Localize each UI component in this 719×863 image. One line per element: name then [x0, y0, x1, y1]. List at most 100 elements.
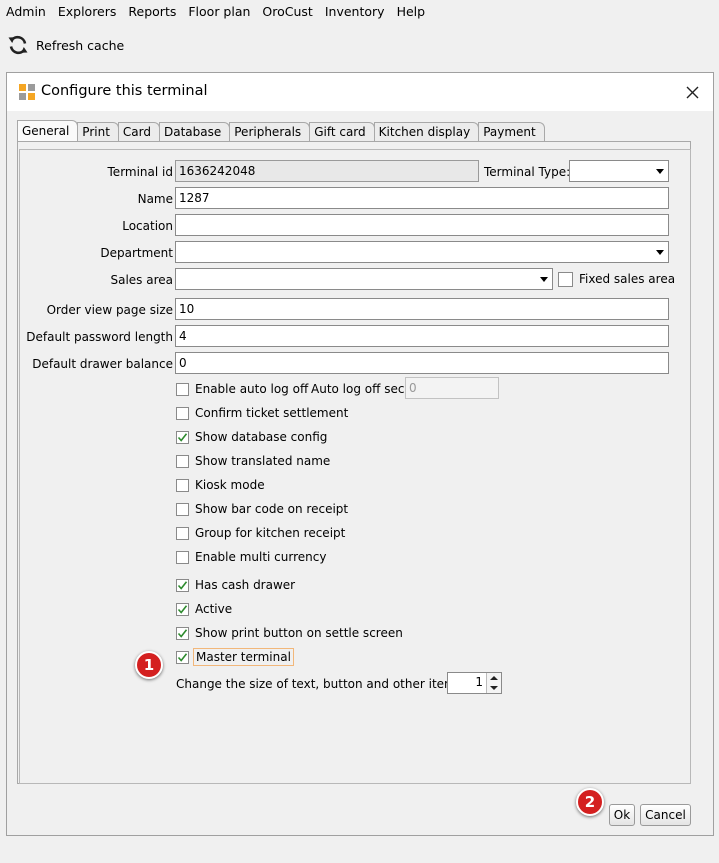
- fixed-sales-area-label: Fixed sales area: [579, 272, 676, 286]
- size-spinner-value: 1: [475, 675, 483, 689]
- refresh-cache-button[interactable]: Refresh cache: [6, 32, 124, 58]
- location-field[interactable]: [175, 214, 669, 236]
- general-form: Terminal id 1636242048 Terminal Type: Na…: [19, 149, 691, 784]
- show-translated-name-label: Show translated name: [195, 454, 331, 468]
- checkbox-box[interactable]: [176, 382, 189, 396]
- checkbox-box[interactable]: [558, 271, 573, 287]
- checkbox-box[interactable]: [176, 578, 189, 592]
- default-password-length-field[interactable]: 4: [175, 325, 669, 347]
- active-label: Active: [195, 602, 233, 616]
- terminal-type-select[interactable]: [569, 160, 669, 182]
- has-cash-drawer-checkbox[interactable]: Has cash drawer: [176, 575, 295, 595]
- tab-print[interactable]: Print: [77, 122, 119, 141]
- menu-orocust[interactable]: OroCust: [256, 0, 318, 24]
- master-terminal-label: Master terminal: [193, 648, 294, 666]
- app-logo-icon: [19, 84, 35, 100]
- kiosk-mode-label: Kiosk mode: [195, 478, 265, 492]
- cancel-button[interactable]: Cancel: [640, 804, 691, 826]
- group-for-kitchen-receipt-checkbox[interactable]: Group for kitchen receipt: [176, 523, 345, 543]
- has-cash-drawer-label: Has cash drawer: [195, 578, 296, 592]
- size-spinner[interactable]: 1: [447, 672, 502, 694]
- enable-multi-currency-checkbox[interactable]: Enable multi currency: [176, 547, 326, 567]
- tab-kitchen-display[interactable]: Kitchen display: [373, 122, 480, 141]
- checkmark-icon: [177, 604, 188, 614]
- chevron-down-icon: [656, 169, 664, 174]
- toolbar: Refresh cache: [0, 24, 719, 66]
- checkbox-box[interactable]: [176, 430, 189, 444]
- checkbox-box[interactable]: [176, 526, 189, 540]
- checkmark-icon: [177, 628, 188, 638]
- dialog-title: Configure this terminal: [41, 83, 208, 99]
- name-field[interactable]: 1287: [175, 187, 669, 209]
- checkbox-box[interactable]: [176, 478, 189, 492]
- checkbox-box[interactable]: [176, 454, 189, 468]
- close-button[interactable]: [679, 79, 705, 105]
- default-password-length-label: Default password length: [26, 330, 173, 344]
- name-label: Name: [137, 192, 173, 206]
- sales-area-label: Sales area: [110, 273, 173, 287]
- checkbox-box[interactable]: [176, 406, 189, 420]
- menu-inventory[interactable]: Inventory: [319, 0, 391, 24]
- show-bar-code-on-receipt-label: Show bar code on receipt: [195, 502, 349, 516]
- order-view-page-size-label: Order view page size: [46, 303, 173, 317]
- terminal-id-field: 1636242048: [175, 160, 479, 182]
- kiosk-mode-checkbox[interactable]: Kiosk mode: [176, 475, 265, 495]
- tab-general[interactable]: General: [17, 120, 79, 141]
- show-bar-code-on-receipt-checkbox[interactable]: Show bar code on receipt: [176, 499, 348, 519]
- checkbox-box[interactable]: [176, 626, 189, 640]
- menu-bar: Admin Explorers Reports Floor plan OroCu…: [0, 0, 719, 24]
- refresh-cache-label: Refresh cache: [36, 37, 125, 53]
- menu-reports[interactable]: Reports: [122, 0, 182, 24]
- checkmark-icon: [177, 580, 188, 590]
- terminal-id-label: Terminal id: [107, 165, 173, 179]
- menu-floor-plan[interactable]: Floor plan: [182, 0, 256, 24]
- refresh-icon: [8, 35, 28, 55]
- show-database-config-checkbox[interactable]: Show database config: [176, 427, 327, 447]
- auto-log-off-sec-field[interactable]: 0: [405, 377, 499, 399]
- checkbox-box[interactable]: [176, 550, 189, 564]
- tab-card[interactable]: Card: [117, 122, 160, 141]
- active-checkbox[interactable]: Active: [176, 599, 232, 619]
- spin-down-icon[interactable]: [490, 686, 498, 690]
- checkbox-box[interactable]: [176, 502, 189, 516]
- show-print-button-checkbox[interactable]: Show print button on settle screen: [176, 623, 403, 643]
- ok-button[interactable]: Ok: [609, 804, 635, 826]
- enable-auto-log-off-label: Enable auto log off: [195, 382, 309, 396]
- annotation-badge-1: 1: [135, 651, 163, 679]
- tab-database[interactable]: Database: [158, 122, 231, 141]
- default-drawer-balance-field[interactable]: 0: [175, 352, 669, 374]
- chevron-down-icon: [540, 277, 548, 282]
- annotation-badge-2: 2: [576, 788, 604, 816]
- group-for-kitchen-receipt-label: Group for kitchen receipt: [195, 526, 346, 540]
- fixed-sales-area-checkbox[interactable]: Fixed sales area: [558, 269, 675, 289]
- sales-area-select[interactable]: [175, 268, 553, 290]
- spinner-buttons[interactable]: [486, 673, 501, 693]
- tab-peripherals[interactable]: Peripherals: [229, 122, 311, 141]
- enable-auto-log-off-checkbox[interactable]: Enable auto log off: [176, 379, 308, 399]
- menu-explorers[interactable]: Explorers: [52, 0, 123, 24]
- menu-admin[interactable]: Admin: [0, 0, 52, 24]
- tab-payment[interactable]: Payment: [478, 122, 545, 141]
- confirm-ticket-settlement-checkbox[interactable]: Confirm ticket settlement: [176, 403, 348, 423]
- department-select[interactable]: [175, 241, 669, 263]
- master-terminal-checkbox[interactable]: Master terminal: [176, 647, 294, 667]
- dialog-titlebar: Configure this terminal: [7, 73, 713, 111]
- terminal-type-label: Terminal Type:: [484, 165, 571, 179]
- enable-multi-currency-label: Enable multi currency: [195, 550, 327, 564]
- menu-help[interactable]: Help: [391, 0, 432, 24]
- spin-up-icon[interactable]: [490, 676, 498, 680]
- size-setting-label: Change the size of text, button and othe…: [176, 677, 462, 691]
- tab-bar: General Print Card Database Peripherals …: [17, 120, 545, 141]
- checkbox-box[interactable]: [176, 602, 189, 616]
- chevron-down-icon: [656, 250, 664, 255]
- show-translated-name-checkbox[interactable]: Show translated name: [176, 451, 330, 471]
- auto-log-off-sec-label: Auto log off sec: [311, 382, 405, 396]
- tab-gift-card[interactable]: Gift card: [309, 122, 375, 141]
- checkbox-box[interactable]: [176, 650, 189, 664]
- location-label: Location: [122, 219, 173, 233]
- checkmark-icon: [177, 652, 188, 662]
- order-view-page-size-field[interactable]: 10: [175, 298, 669, 320]
- checkmark-icon: [177, 432, 188, 442]
- department-label: Department: [100, 246, 173, 260]
- default-drawer-balance-label: Default drawer balance: [32, 357, 173, 371]
